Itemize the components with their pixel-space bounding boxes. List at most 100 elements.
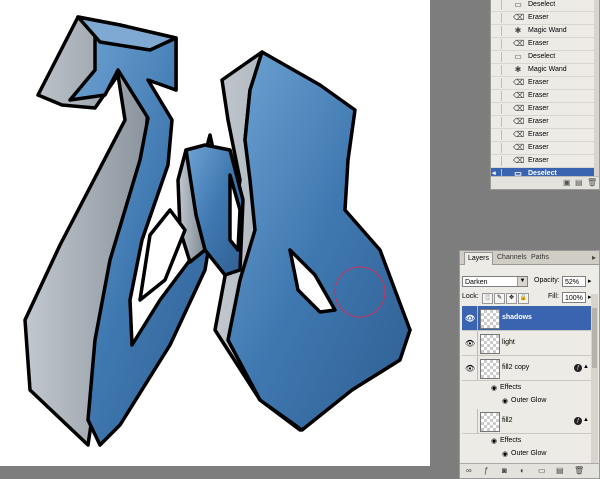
- lock-position-icon[interactable]: ✥: [506, 293, 517, 304]
- layer-row-light[interactable]: 👁 light: [462, 331, 592, 356]
- history-state-checkbox[interactable]: [492, 52, 502, 62]
- history-state-checkbox[interactable]: [492, 0, 502, 10]
- magic-wand-icon: ✱: [514, 26, 522, 35]
- history-item-label: Eraser: [528, 157, 549, 164]
- effects-icon[interactable]: ƒ: [574, 417, 582, 425]
- history-panel: ▭ Deselect ⌫ Eraser ✱ Magic Wand ⌫ Eraser ▭ Desel…: [490, 0, 600, 190]
- history-state-checkbox[interactable]: [492, 117, 502, 127]
- blend-mode-select[interactable]: Darken ▼: [462, 276, 528, 287]
- outer-glow-label: Outer Glow: [511, 450, 547, 457]
- layer-thumbnail: [480, 412, 500, 432]
- history-state-checkbox[interactable]: [492, 26, 502, 36]
- history-item[interactable]: ▭ Deselect: [491, 0, 595, 12]
- effects-row[interactable]: ◉ Effects: [462, 435, 592, 447]
- history-state-checkbox[interactable]: [492, 104, 502, 114]
- eraser-icon: ⌫: [513, 143, 525, 152]
- history-item[interactable]: ✱ Magic Wand: [491, 64, 595, 77]
- history-state-checkbox[interactable]: [492, 13, 502, 23]
- history-state-checkbox[interactable]: [492, 91, 502, 101]
- layer-name: fill2 copy: [502, 364, 530, 371]
- history-state-checkbox[interactable]: [492, 130, 502, 140]
- tab-channels[interactable]: Channels: [494, 252, 530, 264]
- document-canvas[interactable]: [0, 0, 430, 466]
- history-state-checkbox[interactable]: [492, 78, 502, 88]
- history-state-checkbox[interactable]: [492, 143, 502, 153]
- expand-effects-icon[interactable]: ▲: [583, 417, 589, 423]
- layer-row-shadows[interactable]: 👁 shadows: [462, 306, 592, 331]
- history-item[interactable]: ⌫ Eraser: [491, 90, 595, 103]
- history-item[interactable]: ▭ Deselect: [491, 51, 595, 64]
- eraser-icon: ⌫: [513, 13, 525, 22]
- outer-glow-row[interactable]: ◉ Outer Glow: [462, 395, 592, 407]
- adjustment-layer-icon[interactable]: ◐: [520, 466, 525, 475]
- layers-scrollbar[interactable]: [591, 294, 598, 465]
- snapshot-icon[interactable]: ▣: [563, 178, 571, 187]
- history-scrollbar[interactable]: [594, 0, 599, 177]
- eraser-icon: ⌫: [513, 78, 525, 87]
- history-item[interactable]: ⌫ Eraser: [491, 142, 595, 155]
- opacity-value: 52%: [565, 279, 580, 286]
- new-layer-icon[interactable]: ▤: [556, 466, 564, 475]
- eraser-icon: ⌫: [513, 117, 525, 126]
- history-item-label: Magic Wand: [528, 66, 567, 73]
- opacity-field[interactable]: 52%: [562, 276, 586, 287]
- effects-row[interactable]: ◉ Effects: [462, 382, 592, 394]
- history-state-checkbox[interactable]: [492, 156, 502, 166]
- blend-row: Darken ▼ Opacity: 52% ▸: [462, 276, 597, 289]
- layer-row-fill2-copy[interactable]: 👁 fill2 copy ƒ ▲: [462, 356, 592, 381]
- layer-name: light: [502, 339, 515, 346]
- new-document-icon[interactable]: ▤: [575, 178, 583, 187]
- history-item[interactable]: ⌫ Eraser: [491, 129, 595, 142]
- history-item[interactable]: ✱ Magic Wand: [491, 25, 595, 38]
- opacity-slider-toggle[interactable]: ▸: [588, 277, 592, 285]
- link-icon[interactable]: ∞: [466, 466, 472, 475]
- lock-pixels-icon[interactable]: ✎: [494, 293, 505, 304]
- new-group-icon[interactable]: ▭: [538, 466, 546, 475]
- history-item[interactable]: ⌫ Eraser: [491, 38, 595, 51]
- outer-glow-eye-icon[interactable]: ◉: [502, 397, 508, 405]
- history-item-label: Eraser: [528, 131, 549, 138]
- graffiti-artwork: [23, 15, 412, 447]
- fill-value: 100%: [565, 295, 583, 302]
- layer-list: 👁 shadows 👁 light 👁 fill2 copy ƒ ▲ ◉ Eff…: [462, 306, 594, 466]
- trash-icon[interactable]: 🗑: [587, 178, 597, 187]
- trash-icon[interactable]: 🗑: [574, 466, 584, 475]
- history-item[interactable]: ⌫ Eraser: [491, 103, 595, 116]
- layers-panel: Layers Channels Paths ▸ Darken ▼ Opacity…: [459, 250, 600, 479]
- layer-name: fill2: [502, 417, 513, 424]
- deselect-icon: ▭: [514, 52, 522, 61]
- lock-all-icon[interactable]: 🔒: [518, 293, 529, 304]
- scrollbar-thumb[interactable]: [592, 308, 597, 368]
- eye-hidden-icon[interactable]: [463, 409, 478, 433]
- outer-glow-eye-icon[interactable]: ◉: [502, 450, 508, 458]
- history-footer: ▣ ▤ 🗑: [491, 176, 599, 189]
- eye-icon[interactable]: 👁: [463, 331, 478, 355]
- fill-label: Fill:: [548, 293, 559, 300]
- history-item[interactable]: ⌫ Eraser: [491, 116, 595, 129]
- history-item[interactable]: ⌫ Eraser: [491, 12, 595, 25]
- eye-icon[interactable]: 👁: [463, 306, 478, 330]
- effects-icon[interactable]: ƒ: [574, 364, 582, 372]
- history-item-label: Eraser: [528, 79, 549, 86]
- panel-menu-icon[interactable]: ▸: [592, 253, 596, 262]
- tab-layers[interactable]: Layers: [464, 252, 494, 265]
- layers-footer: ∞ ƒ ◙ ◐ ▭ ▤ 🗑: [460, 463, 599, 478]
- history-state-checkbox[interactable]: [492, 65, 502, 75]
- expand-effects-icon[interactable]: ▲: [583, 364, 589, 370]
- effects-eye-icon[interactable]: ◉: [491, 437, 497, 445]
- layer-row-fill2[interactable]: fill2 ƒ ▲: [462, 409, 592, 434]
- fill-field[interactable]: 100%: [562, 292, 586, 303]
- magic-wand-icon: ✱: [514, 65, 522, 74]
- history-item-label: Deselect: [528, 1, 556, 8]
- lock-transparency-icon[interactable]: ░: [482, 293, 493, 304]
- tab-paths[interactable]: Paths: [528, 252, 552, 264]
- eye-icon[interactable]: 👁: [463, 356, 478, 380]
- effects-eye-icon[interactable]: ◉: [491, 384, 497, 392]
- add-style-icon[interactable]: ƒ: [484, 466, 488, 475]
- history-item[interactable]: ⌫ Eraser: [491, 155, 595, 168]
- outer-glow-row[interactable]: ◉ Outer Glow: [462, 448, 592, 460]
- history-state-checkbox[interactable]: [492, 39, 502, 49]
- eraser-icon: ⌫: [513, 130, 525, 139]
- add-mask-icon[interactable]: ◙: [502, 466, 507, 475]
- history-item[interactable]: ⌫ Eraser: [491, 77, 595, 90]
